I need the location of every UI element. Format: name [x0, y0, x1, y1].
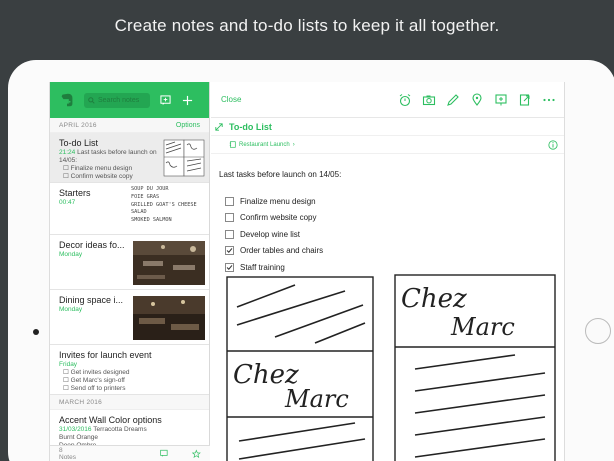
list-item-todo[interactable]: To-do List 21:24 Last tasks before launc…	[50, 133, 209, 183]
checklist-item: Confirm website copy	[225, 210, 564, 227]
checklist-label: Staff training	[240, 262, 285, 272]
notebook-icon	[229, 141, 236, 148]
front-camera	[33, 329, 39, 335]
app-screen: Search notes APRIL 2016 Options To-do Li…	[49, 82, 565, 461]
note-date: 31/03/2016	[59, 426, 92, 433]
search-icon	[88, 96, 95, 104]
new-chat-icon[interactable]	[160, 449, 169, 458]
sketch-thumbnail	[163, 139, 205, 177]
checklist-item: Finalize menu design	[225, 193, 564, 210]
list-item-accent-wall[interactable]: Accent Wall Color options 31/03/2016 Ter…	[50, 410, 209, 450]
elephant-logo-icon[interactable]	[58, 91, 76, 109]
more-icon[interactable]	[542, 93, 556, 107]
photo-thumbnail	[133, 241, 205, 285]
list-item-invites[interactable]: Invites for launch event Friday ☐ Get in…	[50, 345, 209, 395]
add-icon[interactable]	[180, 93, 194, 107]
menu-line: SALAD	[131, 209, 147, 216]
checklist-item: Develop wine list	[225, 226, 564, 243]
note-count: 8 Notes	[59, 446, 76, 461]
sketch-word-marc: Marc	[450, 313, 515, 341]
note-date: Friday	[59, 361, 78, 368]
camera-icon[interactable]	[422, 93, 436, 107]
headline: Create notes and to-do lists to keep it …	[114, 16, 500, 35]
notebook-link[interactable]: Restaurant Launch	[239, 142, 290, 148]
search-placeholder: Search notes	[98, 96, 140, 104]
note-snippet-line: ☐ Get Marc's sign-off	[63, 377, 125, 384]
reminder-alarm-icon[interactable]	[398, 93, 412, 107]
presentation-icon[interactable]	[494, 93, 508, 107]
note-snippet-text: Terracotta Dreams	[93, 426, 147, 433]
note-editor: Close To-do List Restaurant Launch › Las…	[211, 82, 564, 461]
checkbox-checked[interactable]	[225, 246, 234, 256]
note-title: Accent Wall Color options	[59, 415, 162, 425]
expand-icon[interactable]	[215, 122, 223, 131]
snippet-item: Confirm website copy	[70, 173, 133, 180]
snippet-item: Send off to printers	[70, 385, 126, 392]
list-item-starters[interactable]: Starters 00:47 SOUP DU JOUR FOIE GRAS GR…	[50, 183, 209, 235]
checklist-label: Finalize menu design	[240, 196, 316, 206]
toolbar-icons	[398, 92, 556, 107]
section-label: MARCH 2016	[59, 398, 103, 406]
notebook-row: Restaurant Launch ›	[211, 136, 564, 154]
note-snippet-line: Burnt Orange	[59, 434, 99, 441]
menu-line: FOIE GRAS	[131, 193, 160, 200]
note-date: 21:24	[59, 149, 76, 156]
photo-thumbnail	[133, 296, 205, 340]
sidebar-header: Search notes	[50, 82, 209, 118]
snippet-item: Finalize menu design	[70, 165, 133, 172]
handwritten-sketch: Chez Marc Chez Marc	[226, 274, 556, 461]
checkbox[interactable]	[225, 229, 234, 239]
note-title-field[interactable]: To-do List	[229, 122, 272, 132]
checklist-label: Order tables and chairs	[240, 246, 324, 256]
note-snippet: 21:24 Last tasks before launch on 14/05:	[59, 149, 159, 165]
section-label: APRIL 2016	[59, 121, 97, 129]
search-input[interactable]: Search notes	[84, 92, 150, 108]
note-title: Invites for launch event	[59, 350, 152, 360]
options-link[interactable]: Options	[176, 122, 200, 129]
share-icon[interactable]	[518, 93, 532, 107]
location-pin-icon[interactable]	[470, 92, 484, 107]
note-snippet: 31/03/2016 Terracotta Dreams	[59, 426, 200, 434]
note-snippet-line: ☐ Send off to printers	[63, 385, 126, 392]
snippet-item: Get Marc's sign-off	[70, 377, 125, 384]
sketch-word-chez: Chez	[401, 284, 467, 314]
section-header-march: MARCH 2016	[50, 395, 209, 410]
sketch-word-marc: Marc	[284, 385, 349, 413]
home-button[interactable]	[585, 318, 611, 344]
checkbox[interactable]	[225, 196, 234, 206]
snippet-item: Get invites designed	[70, 369, 130, 376]
sidebar-footer: 8 Notes	[50, 445, 210, 461]
checkbox[interactable]	[225, 213, 234, 223]
shortcut-star-icon[interactable]	[192, 449, 201, 459]
menu-line: SOUP DU JOUR	[131, 186, 169, 192]
note-list-sidebar: Search notes APRIL 2016 Options To-do Li…	[50, 82, 210, 461]
note-intro[interactable]: Last tasks before launch on 14/05:	[211, 170, 564, 179]
close-button[interactable]: Close	[221, 95, 241, 104]
checklist-label: Confirm website copy	[240, 213, 317, 223]
new-chat-icon[interactable]	[158, 93, 172, 107]
section-header-april: APRIL 2016 Options	[50, 118, 209, 133]
menu-thumbnail: SOUP DU JOUR FOIE GRAS GRILLED GOAT'S CH…	[131, 186, 205, 225]
checklist-item: Order tables and chairs	[225, 243, 564, 260]
checklist-label: Develop wine list	[240, 229, 301, 239]
list-item-decor[interactable]: Decor ideas fo... Monday	[50, 235, 209, 290]
note-snippet-line: ☐ Get invites designed	[63, 369, 130, 376]
menu-line: GRILLED GOAT'S CHEESE	[131, 201, 197, 208]
editor-toolbar: Close	[211, 82, 564, 118]
info-icon[interactable]	[548, 139, 558, 150]
checkbox-checked[interactable]	[225, 262, 234, 272]
list-item-dining[interactable]: Dining space i... Monday	[50, 290, 209, 345]
checklist: Finalize menu design Confirm website cop…	[211, 193, 564, 276]
pen-icon[interactable]	[446, 93, 460, 107]
chevron-right-icon: ›	[292, 141, 295, 148]
menu-line: SMOKED SALMON	[131, 217, 172, 224]
note-title-row: To-do List	[211, 118, 564, 136]
